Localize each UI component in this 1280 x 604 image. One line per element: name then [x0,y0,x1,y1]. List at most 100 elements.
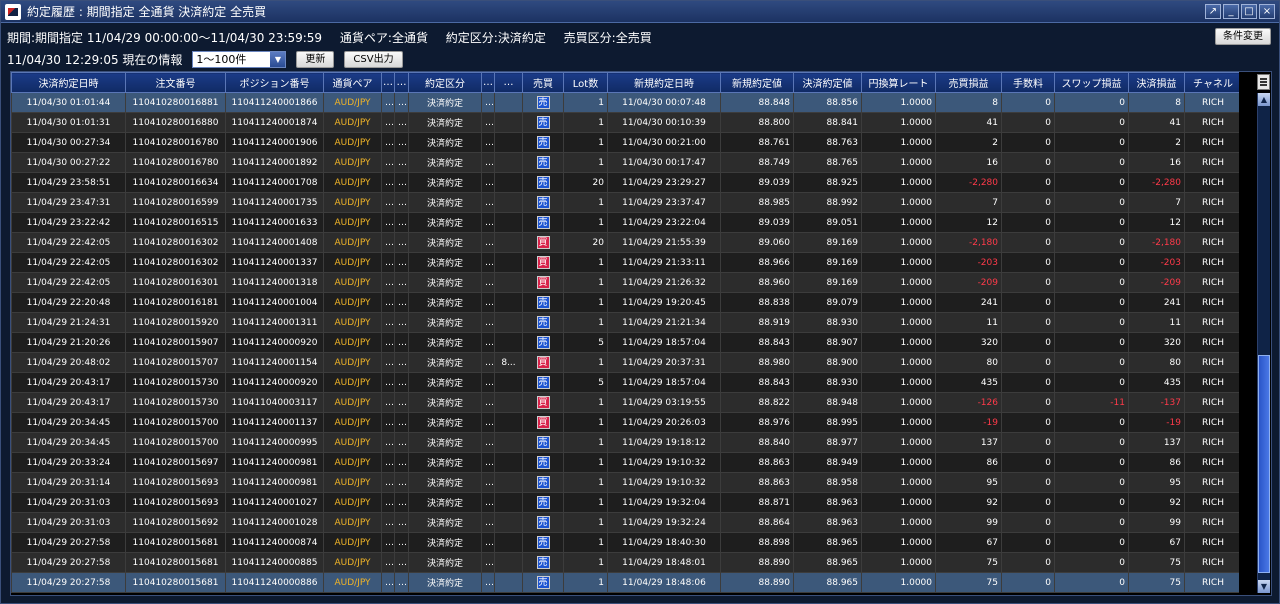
column-header[interactable]: … [394,72,409,93]
table-row[interactable]: 11/04/29 22:42:05 110410280016302 11041124… [11,232,1242,253]
scrollbar-thumb[interactable] [1258,355,1270,573]
table-row[interactable]: 11/04/29 20:43:17 110410280015730 11041104… [11,392,1242,413]
range-select[interactable]: 1～100件 ▼ [192,51,287,68]
title-bar[interactable]: 約定履歴 : 期間指定 全通貨 決済約定 全売買 ↗ _ □ × [1,1,1279,23]
column-header[interactable]: … [381,72,395,93]
cell-open-dt: 11/04/29 20:26:03 [607,412,721,433]
cell-pair: AUD/JPY [323,252,382,273]
table-row[interactable]: 11/04/29 20:31:14 110410280015693 11041124… [11,472,1242,493]
cell-close-px: 89.169 [793,272,862,293]
table-row[interactable]: 11/04/29 20:48:02 110410280015707 11041124… [11,352,1242,373]
cell-fee: 0 [1001,212,1055,233]
maximize-button[interactable]: □ [1241,4,1257,19]
table-row[interactable]: 11/04/30 01:01:44 110410280016881 11041124… [11,92,1242,113]
column-header[interactable]: … [481,72,495,93]
csv-export-button[interactable]: CSV出力 [344,51,403,68]
column-header[interactable]: 新規約定値 [720,72,794,93]
table-row[interactable]: 11/04/29 22:42:05 110410280016301 11041124… [11,272,1242,293]
undock-button[interactable]: ↗ [1205,4,1221,19]
table-row[interactable]: 11/04/29 20:27:58 110410280015681 11041124… [11,572,1242,593]
table-row[interactable]: 11/04/29 21:20:26 110410280015907 11041124… [11,332,1242,353]
table-row[interactable]: 11/04/29 20:27:58 110410280015681 11041124… [11,552,1242,573]
cell-open-px: 88.890 [720,552,794,573]
table-row[interactable]: 11/04/29 20:34:45 110410280015700 11041124… [11,432,1242,453]
column-header[interactable]: 売買 [522,72,564,93]
cell-rate: 1.0000 [861,272,936,293]
cell-open-dt: 11/04/29 21:21:34 [607,312,721,333]
cell-side: 売 [522,452,564,473]
cell-order: 110410280015693 [125,472,226,493]
cell-d1: … [381,312,395,333]
table-row[interactable]: 11/04/29 22:20:48 110410280016181 11041124… [11,292,1242,313]
cell-side: 売 [522,292,564,313]
close-button[interactable]: × [1259,4,1275,19]
cell-pl: 137 [935,432,1002,453]
column-header[interactable]: 約定区分 [408,72,482,93]
column-header[interactable]: 手数料 [1001,72,1055,93]
table-row[interactable]: 11/04/29 20:33:24 110410280015697 11041124… [11,452,1242,473]
columns-icon[interactable] [1257,74,1270,90]
column-header[interactable]: 決済約定日時 [11,72,126,93]
column-header[interactable]: 通貨ペア [323,72,382,93]
table-row[interactable]: 11/04/29 20:43:17 110410280015730 11041124… [11,372,1242,393]
table-row[interactable]: 11/04/30 00:27:34 110410280016780 11041124… [11,132,1242,153]
column-header[interactable]: … [494,72,523,93]
cell-net: 80 [1128,352,1185,373]
cell-d4 [494,492,523,513]
table-row[interactable]: 11/04/29 20:27:58 110410280015681 11041124… [11,532,1242,553]
arrow-down-icon[interactable]: ▼ [1258,580,1270,593]
column-header[interactable]: 新規約定日時 [607,72,721,93]
cell-channel: RICH [1184,512,1242,533]
chevron-down-icon[interactable]: ▼ [270,52,286,67]
cell-type: 決済約定 [408,212,482,233]
cell-side: 買 [522,232,564,253]
cell-open-px: 88.761 [720,132,794,153]
refresh-button[interactable]: 更新 [296,51,335,68]
column-header[interactable]: 売買損益 [935,72,1002,93]
column-header[interactable]: 決済損益 [1128,72,1185,93]
cell-fee: 0 [1001,92,1055,113]
column-header[interactable]: Lot数 [563,72,608,93]
cell-pos: 110411240001708 [225,172,324,193]
sell-badge: 売 [536,536,550,549]
cell-d4 [494,572,523,593]
cell-type: 決済約定 [408,152,482,173]
column-header[interactable]: 円換算レート [861,72,936,93]
column-header[interactable]: 注文番号 [125,72,226,93]
cell-swap: 0 [1054,472,1129,493]
cell-d1: … [381,372,395,393]
cell-swap: 0 [1054,452,1129,473]
filter-trade-side: 売買区分:全売買 [563,31,652,45]
cell-rate: 1.0000 [861,92,936,113]
cell-lot: 1 [563,212,608,233]
cell-dt: 11/04/29 21:24:31 [11,312,126,333]
column-header[interactable]: ポジション番号 [225,72,324,93]
table-row[interactable]: 11/04/29 20:34:45 110410280015700 11041124… [11,412,1242,433]
vertical-scrollbar[interactable]: ▲ ▼ [1257,93,1270,593]
arrow-up-icon[interactable]: ▲ [1258,93,1270,106]
table-row[interactable]: 11/04/30 00:27:22 110410280016780 11041124… [11,152,1242,173]
cell-order: 110410280015681 [125,572,226,593]
table-row[interactable]: 11/04/29 23:58:51 110410280016634 11041124… [11,172,1242,193]
change-conditions-button[interactable]: 条件変更 [1215,28,1271,45]
table-row[interactable]: 11/04/29 20:31:03 110410280015693 11041124… [11,492,1242,513]
cell-d1: … [381,492,395,513]
column-header[interactable]: スワップ損益 [1054,72,1129,93]
cell-d4 [494,272,523,293]
table-row[interactable]: 11/04/29 20:31:03 110410280015692 11041124… [11,512,1242,533]
cell-net: 12 [1128,212,1185,233]
cell-open-px: 88.960 [720,272,794,293]
table-row[interactable]: 11/04/30 01:01:31 110410280016880 11041124… [11,112,1242,133]
table-row[interactable]: 11/04/29 23:47:31 110410280016599 11041124… [11,192,1242,213]
cell-rate: 1.0000 [861,472,936,493]
cell-net: 8 [1128,92,1185,113]
column-header[interactable]: 決済約定値 [793,72,862,93]
table-row[interactable]: 11/04/29 21:24:31 110410280015920 11041124… [11,312,1242,333]
column-header[interactable]: チャネル [1184,72,1242,93]
cell-type: 決済約定 [408,432,482,453]
table-row[interactable]: 11/04/29 22:42:05 110410280016302 11041124… [11,252,1242,273]
cell-d4 [494,412,523,433]
minimize-button[interactable]: _ [1223,4,1239,19]
buy-badge: 買 [536,276,550,289]
table-row[interactable]: 11/04/29 23:22:42 110410280016515 11041124… [11,212,1242,233]
